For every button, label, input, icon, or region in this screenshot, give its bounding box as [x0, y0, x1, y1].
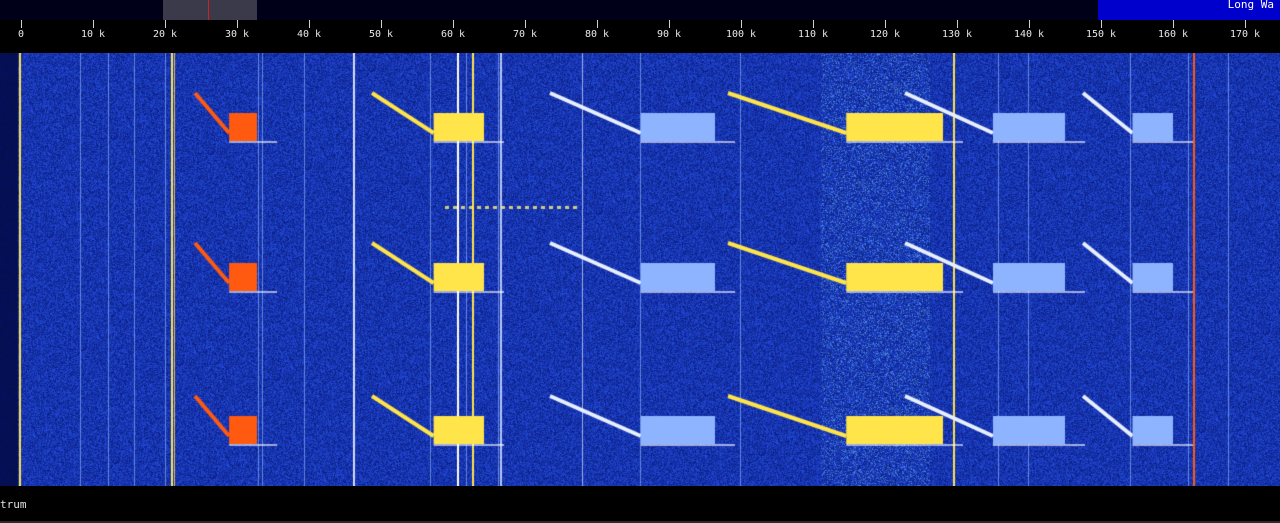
- scale-tick-label: 80 k: [584, 29, 610, 40]
- scale-tick-label: 130 k: [941, 29, 973, 40]
- band-scroll-thumb[interactable]: [163, 0, 257, 20]
- scale-tick: [669, 20, 670, 28]
- scale-tick-label: 70 k: [512, 29, 538, 40]
- scale-tick: [165, 20, 166, 28]
- scale-tick: [93, 20, 94, 28]
- band-label-long-wave[interactable]: Long Wa: [1098, 0, 1280, 20]
- scale-tick-label: 30 k: [224, 29, 250, 40]
- scale-tick: [237, 20, 238, 28]
- frequency-scale[interactable]: 0 10 k 20 k 30 k 40 k 50 k 60 k 70 k 80 k 90 k 100…: [0, 20, 1280, 53]
- scale-tick: [813, 20, 814, 28]
- scale-tick-label: 170 k: [1229, 29, 1261, 40]
- scale-tick: [1245, 20, 1246, 28]
- scale-tick-label: 20 k: [152, 29, 178, 40]
- scale-tick-label: 160 k: [1157, 29, 1189, 40]
- band-cursor-marker: [208, 0, 209, 20]
- scale-tick-label: 110 k: [797, 29, 829, 40]
- scale-tick: [885, 20, 886, 28]
- scale-tick-label: 150 k: [1085, 29, 1117, 40]
- scale-tick-label: 60 k: [440, 29, 466, 40]
- scale-tick: [1101, 20, 1102, 28]
- scale-tick: [597, 20, 598, 28]
- scale-tick: [525, 20, 526, 28]
- scale-tick: [741, 20, 742, 28]
- scale-tick-label: 40 k: [296, 29, 322, 40]
- band-overview-bar[interactable]: Long Wa: [0, 0, 1280, 20]
- scale-tick: [21, 20, 22, 28]
- scale-tick: [453, 20, 454, 28]
- scale-tick-label: 90 k: [656, 29, 682, 40]
- scale-tick: [1029, 20, 1030, 28]
- scale-tick-label: 140 k: [1013, 29, 1045, 40]
- scale-tick: [381, 20, 382, 28]
- status-bar: trum: [0, 486, 1280, 523]
- scale-tick: [1173, 20, 1174, 28]
- scale-tick: [957, 20, 958, 28]
- scale-tick-label: 120 k: [869, 29, 901, 40]
- scale-tick-label: 0: [17, 29, 25, 40]
- waterfall-display[interactable]: [0, 53, 1280, 486]
- scale-tick-label: 50 k: [368, 29, 394, 40]
- scale-tick-label: 100 k: [725, 29, 757, 40]
- scale-tick-label: 10 k: [80, 29, 106, 40]
- status-text: trum: [0, 498, 27, 511]
- scale-tick: [309, 20, 310, 28]
